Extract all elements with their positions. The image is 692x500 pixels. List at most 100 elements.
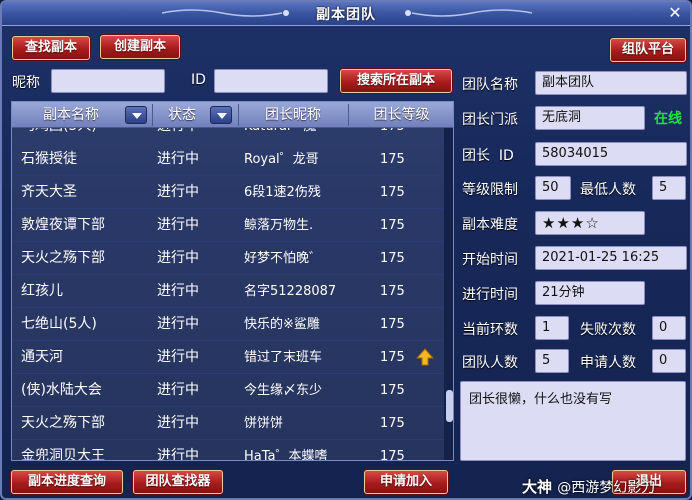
row-status: 进行中 <box>157 316 199 332</box>
table-row[interactable]: 天火之殇下部 进行中 好梦不怕晚゛ 175 <box>12 242 444 275</box>
id-label: ID <box>191 72 206 88</box>
table-row[interactable]: 天火之殇下部 进行中 饼饼饼 175 <box>12 407 444 440</box>
duration-value: 21分钟 <box>535 281 645 305</box>
scrollbar-thumb[interactable] <box>446 390 453 422</box>
table-row[interactable]: (侠)水陆大会 进行中 今生缘〆东少 175 <box>12 374 444 407</box>
online-status-badge: 在线 <box>654 111 682 127</box>
watermark: 大神 @西游梦幻影刀 <box>522 476 655 497</box>
row-dungeon-name: 金兜洞贝大王 <box>21 448 105 461</box>
row-status: 进行中 <box>157 217 199 233</box>
leader-id-value: 58034015 <box>535 142 687 166</box>
up-arrow-icon <box>416 348 434 366</box>
row-level: 175 <box>380 251 405 266</box>
team-name-value: 副本团队 <box>535 71 687 95</box>
name-filter-dropdown-icon[interactable] <box>125 106 147 124</box>
row-leader: 快乐的※鲨雕 <box>244 317 320 332</box>
row-status: 进行中 <box>157 382 199 398</box>
level-limit-value: 50 <box>535 176 571 200</box>
team-finder-button[interactable]: 团队查找器 <box>133 470 223 494</box>
row-status: 进行中 <box>157 283 199 299</box>
title-ornament-right-icon <box>405 9 532 17</box>
table-row[interactable]: 敦煌夜谭下部 进行中 鲸落万物生. 175 <box>12 209 444 242</box>
title-bar[interactable]: 副本团队 ✕ <box>2 2 690 26</box>
row-level: 175 <box>380 350 405 365</box>
row-dungeon-name: 乌鸡国(5人) <box>21 128 151 143</box>
leader-sect-label: 团长门派 <box>462 112 518 128</box>
list-rows: 乌鸡国(5人) 进行中 Katurai丶魔 175 石猴授徒 进行中 Royal… <box>12 128 444 461</box>
nickname-input[interactable] <box>51 69 165 93</box>
row-dungeon-name: 敦煌夜谭下部 <box>21 217 105 233</box>
row-leader: 名字51228087 <box>244 284 337 299</box>
table-row[interactable]: 石猴授徒 进行中 Royal゜龙哥 175 <box>12 143 444 176</box>
column-status[interactable]: 状态 <box>152 102 212 128</box>
apply-count-label: 申请人数 <box>580 355 636 371</box>
row-status: 进行中 <box>157 128 237 143</box>
row-dungeon-name: 天火之殇下部 <box>21 415 105 431</box>
row-leader: HaTa゜本蝶嗜 <box>244 449 328 461</box>
row-level: 175 <box>380 128 420 143</box>
row-status: 进行中 <box>157 415 199 431</box>
fail-count-label: 失败次数 <box>580 322 636 338</box>
team-platform-button[interactable]: 组队平台 <box>610 38 686 62</box>
row-level: 175 <box>380 284 405 299</box>
row-dungeon-name: 红孩儿 <box>21 283 63 299</box>
progress-query-button[interactable]: 副本进度查询 <box>11 470 123 494</box>
dungeon-list: 副本名称 状态 团长昵称 团长等级 乌鸡国(5人) 进行中 Katurai丶魔 … <box>11 101 454 461</box>
search-location-button[interactable]: 搜索所在副本 <box>340 69 452 93</box>
current-round-label: 当前环数 <box>462 322 518 338</box>
difficulty-label: 副本难度 <box>462 217 518 233</box>
apply-count-value: 0 <box>652 349 686 373</box>
table-row[interactable]: 乌鸡国(5人) 进行中 Katurai丶魔 175 <box>12 128 444 143</box>
apply-join-button[interactable]: 申请加入 <box>364 470 448 494</box>
row-dungeon-name: 天火之殇下部 <box>21 250 105 266</box>
row-level: 175 <box>380 152 405 167</box>
row-dungeon-name: 通天河 <box>21 349 63 365</box>
column-leader-level[interactable]: 团长等级 <box>348 102 453 128</box>
fail-count-value: 0 <box>652 316 686 340</box>
team-description: 团长很懒，什么也没有写 <box>460 381 686 461</box>
row-leader: Katurai丶魔 <box>244 128 374 143</box>
column-dungeon-name[interactable]: 副本名称 <box>12 102 130 128</box>
row-status: 进行中 <box>157 250 199 266</box>
level-limit-label: 等级限制 <box>462 182 518 198</box>
table-row[interactable]: 金兜洞贝大王 进行中 HaTa゜本蝶嗜 175 <box>12 440 444 461</box>
create-dungeon-button[interactable]: 创建副本 <box>100 35 180 59</box>
row-leader: 饼饼饼 <box>244 416 284 431</box>
table-row[interactable]: 通天河 进行中 错过了末班车 175 <box>12 341 444 374</box>
team-name-label: 团队名称 <box>462 77 518 93</box>
leader-sect-value: 无底洞 <box>535 106 645 130</box>
row-status: 进行中 <box>157 184 199 200</box>
column-leader-nickname[interactable]: 团长昵称 <box>238 102 348 128</box>
row-dungeon-name: (侠)水陆大会 <box>21 382 102 398</box>
table-row[interactable]: 七绝山(5人) 进行中 快乐的※鲨雕 175 <box>12 308 444 341</box>
status-filter-dropdown-icon[interactable] <box>210 106 232 124</box>
id-input[interactable] <box>214 69 328 93</box>
row-leader: 6段1速2伤残 <box>244 185 321 200</box>
row-dungeon-name: 七绝山(5人) <box>21 316 97 332</box>
row-status: 进行中 <box>157 448 199 461</box>
watermark-text: @西游梦幻影刀 <box>557 480 656 496</box>
watermark-brand: 大神 <box>522 478 553 496</box>
row-level: 175 <box>380 317 405 332</box>
min-people-value: 5 <box>652 176 686 200</box>
row-leader: 错过了末班车 <box>244 350 323 365</box>
row-level: 175 <box>380 218 405 233</box>
close-icon[interactable]: ✕ <box>666 4 684 22</box>
current-round-value: 1 <box>535 316 569 340</box>
team-count-value: 5 <box>535 349 569 373</box>
start-time-value: 2021-01-25 16:25 <box>535 246 687 270</box>
row-status: 进行中 <box>157 349 199 365</box>
table-row[interactable]: 齐天大圣 进行中 6段1速2伤残 175 <box>12 176 444 209</box>
list-scrollbar[interactable] <box>444 128 453 460</box>
row-status: 进行中 <box>157 151 199 167</box>
dungeon-team-window: 副本团队 ✕ 查找副本 创建副本 组队平台 昵称 ID 搜索所在副本 副本名称 … <box>0 0 692 500</box>
window-title: 副本团队 <box>316 7 376 23</box>
row-leader: 鲸落万物生. <box>244 218 314 233</box>
find-dungeon-button[interactable]: 查找副本 <box>12 36 90 60</box>
row-leader: 今生缘〆东少 <box>244 383 323 398</box>
min-people-label: 最低人数 <box>580 182 636 198</box>
row-leader: 好梦不怕晚゛ <box>244 251 323 266</box>
table-row[interactable]: 红孩儿 进行中 名字51228087 175 <box>12 275 444 308</box>
difficulty-stars: ★★★☆ <box>535 211 645 235</box>
leader-id-label: 团长 ID <box>462 148 514 164</box>
